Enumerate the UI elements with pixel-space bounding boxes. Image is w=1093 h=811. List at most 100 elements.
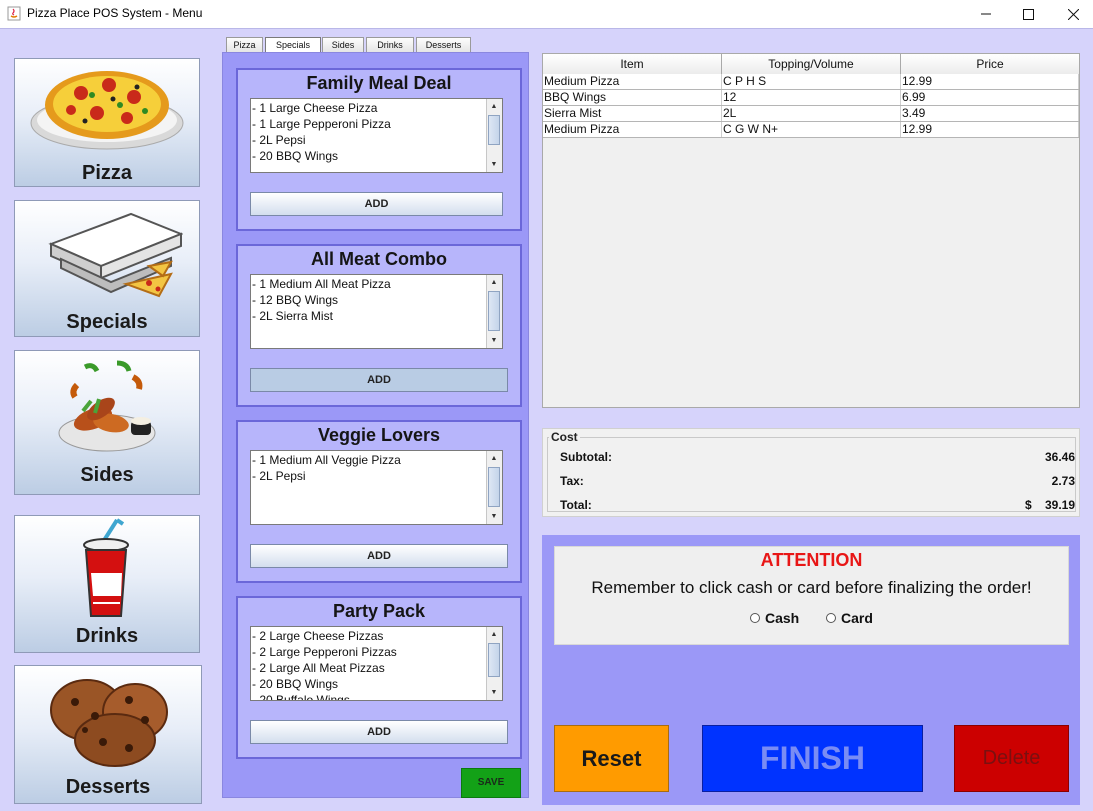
list-item: - 20 BBQ Wings [252,149,339,163]
maximize-button[interactable] [1005,0,1051,28]
special-veggie-lovers: Veggie Lovers - 1 Medium All Veggie Pizz… [236,420,522,583]
category-desserts-button[interactable]: Desserts [14,665,202,804]
subtotal-label: Subtotal: [560,450,612,464]
scroll-down-icon[interactable]: ▼ [488,686,500,699]
category-pizza-button[interactable]: Pizza [14,58,200,187]
delete-button[interactable]: Delete [954,725,1069,792]
special-items-list[interactable]: - 1 Large Cheese Pizza - 1 Large Peppero… [250,98,503,173]
scroll-up-icon[interactable]: ▲ [488,276,500,289]
pizza-icon [30,71,184,150]
cell-price: 3.49 [901,106,1079,121]
list-item: - 2 Large All Meat Pizzas [252,661,385,675]
save-button[interactable]: SAVE [461,768,521,798]
special-family-meal-deal: Family Meal Deal - 1 Large Cheese Pizza … [236,68,522,231]
cash-radio-label: Cash [765,610,800,626]
total-label: Total: [560,498,592,512]
scroll-thumb[interactable] [488,467,500,507]
category-pizza-label: Pizza [81,162,133,184]
cost-panel: Cost Subtotal: 36.46 Tax: 2.73 Total: $ … [542,428,1080,517]
list-scrollbar[interactable]: ▲ ▼ [486,451,502,524]
add-all-meat-combo-button[interactable]: ADD [250,368,508,392]
table-row[interactable]: Medium Pizza C P H S 12.99 [543,74,1079,90]
table-row[interactable]: Medium Pizza C G W N+ 12.99 [543,122,1079,138]
list-item: - 1 Medium All Veggie Pizza [252,453,401,467]
cost-frame [547,437,1076,512]
category-drinks-button[interactable]: Drinks [14,515,200,653]
attention-box: ATTENTION Remember to click cash or card… [554,546,1069,645]
table-row[interactable]: Sierra Mist 2L 3.49 [543,106,1079,122]
total-value: 39.19 [1044,498,1075,512]
list-scrollbar[interactable]: ▲ ▼ [486,99,502,172]
list-item: - 12 BBQ Wings [252,293,339,307]
special-title: Party Pack [332,601,426,621]
list-item: - 1 Large Cheese Pizza [252,101,378,115]
add-veggie-lovers-button[interactable]: ADD [250,544,508,568]
finish-button[interactable]: FINISH [702,725,923,792]
cell-price: 12.99 [901,122,1079,137]
order-table-header: Item Topping/Volume Price [543,54,1079,75]
list-item: - 20 Buffalo Wings [252,693,350,701]
special-items-list[interactable]: - 1 Medium All Meat Pizza - 12 BBQ Wings… [250,274,503,349]
reset-button[interactable]: Reset [554,725,669,792]
category-specials-label: Specials [66,311,148,333]
scroll-up-icon[interactable]: ▲ [488,628,500,641]
column-header-item[interactable]: Item [543,54,722,74]
category-sides-label: Sides [80,464,134,486]
add-family-meal-deal-button[interactable]: ADD [250,192,503,216]
wings-icon [58,360,156,452]
tab-pizza[interactable]: Pizza [226,37,263,52]
cost-legend: Cost [549,430,580,444]
cookies-icon [50,679,168,767]
special-all-meat-combo: All Meat Combo - 1 Medium All Meat Pizza… [236,244,522,407]
pizza-box-icon [48,212,183,298]
card-radio[interactable]: Card [826,610,873,626]
currency-symbol: $ [1025,498,1032,512]
cell-item: Medium Pizza [543,74,722,89]
list-item: - 2L Pepsi [252,133,306,147]
card-radio-label: Card [841,610,873,626]
scroll-thumb[interactable] [488,643,500,677]
cell-topping-volume: C G W N+ [722,122,901,137]
tab-desserts[interactable]: Desserts [416,37,471,52]
list-item: - 2L Pepsi [252,469,306,483]
scroll-down-icon[interactable]: ▼ [488,158,500,171]
title-bar: Pizza Place POS System - Menu [0,0,1093,29]
add-party-pack-button[interactable]: ADD [250,720,508,744]
special-items-list[interactable]: - 1 Medium All Veggie Pizza - 2L Pepsi ▲… [250,450,503,525]
column-header-price[interactable]: Price [901,54,1079,74]
cell-topping-volume: C P H S [722,74,901,89]
maximize-icon [1022,8,1034,20]
tab-specials[interactable]: Specials [265,37,321,53]
scroll-up-icon[interactable]: ▲ [488,452,500,465]
cell-topping-volume: 2L [722,106,901,121]
special-title: All Meat Combo [310,249,447,269]
cell-price: 6.99 [901,90,1079,105]
column-header-topping-volume[interactable]: Topping/Volume [722,54,901,74]
cash-radio[interactable]: Cash [750,610,799,626]
scroll-thumb[interactable] [488,115,500,145]
order-table[interactable]: Item Topping/Volume Price Medium Pizza C… [542,53,1080,408]
tab-sides[interactable]: Sides [322,37,364,52]
scroll-thumb[interactable] [488,291,500,331]
special-party-pack: Party Pack - 2 Large Cheese Pizzas - 2 L… [236,596,522,759]
special-title: Veggie Lovers [317,425,441,445]
attention-message: Remember to click cash or card before fi… [591,578,1032,597]
scroll-down-icon[interactable]: ▼ [488,334,500,347]
list-scrollbar[interactable]: ▲ ▼ [486,627,502,700]
list-item: - 2 Large Pepperoni Pizzas [252,645,397,659]
special-items-list[interactable]: - 2 Large Cheese Pizzas - 2 Large Pepper… [250,626,503,701]
scroll-up-icon[interactable]: ▲ [488,100,500,113]
minimize-button[interactable] [963,0,1009,28]
tab-drinks[interactable]: Drinks [366,37,414,52]
specials-panel: Family Meal Deal - 1 Large Cheese Pizza … [222,52,529,798]
category-specials-button[interactable]: Specials [14,200,200,337]
category-sides-button[interactable]: Sides [14,350,200,495]
scroll-down-icon[interactable]: ▼ [488,510,500,523]
cell-item: BBQ Wings [543,90,722,105]
list-item: - 1 Large Pepperoni Pizza [252,117,391,131]
table-row[interactable]: BBQ Wings 12 6.99 [543,90,1079,106]
close-button[interactable] [1050,0,1093,28]
list-item: - 2L Sierra Mist [252,309,333,323]
list-scrollbar[interactable]: ▲ ▼ [486,275,502,348]
radio-circle-icon [826,613,836,623]
